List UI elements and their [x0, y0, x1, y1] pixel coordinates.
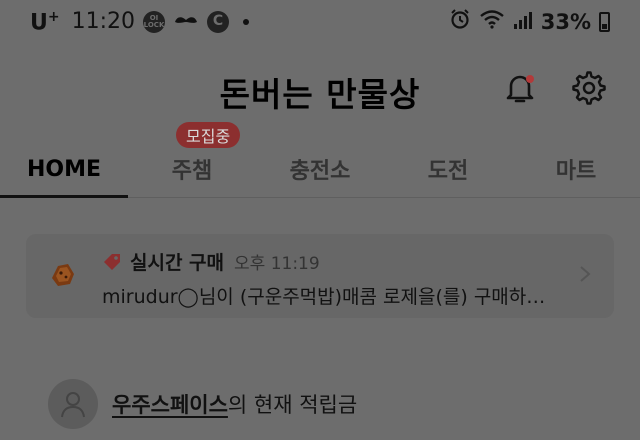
alarm-icon	[449, 8, 471, 36]
points-label: 우주스페이스의 현재 적립금	[112, 389, 357, 419]
realtime-purchase-card[interactable]: 실시간 구매 오후 11:19 mirudur◯님이 (구운주먹밥)매콤 로제을…	[26, 234, 614, 318]
mustache-icon	[173, 11, 199, 32]
notification-dot	[526, 75, 534, 83]
wifi-icon	[479, 9, 505, 35]
avatar[interactable]	[48, 379, 98, 429]
points-suffix: 의 현재 적립금	[227, 393, 358, 417]
tab-mart[interactable]: 마트	[512, 140, 640, 198]
battery-percent: 33%	[540, 10, 591, 34]
oi-lock-icon: OI LOCK	[143, 10, 166, 33]
active-tab-indicator	[0, 195, 128, 198]
status-bar: U+ 11:20 OI LOCK C 33%	[0, 0, 640, 44]
purchase-label: 실시간 구매	[130, 252, 225, 274]
purchase-header: 실시간 구매 오후 11:19	[102, 248, 320, 275]
settings-button[interactable]	[571, 70, 607, 106]
battery-icon	[599, 12, 610, 32]
app-title: 돈버는 만물상	[219, 75, 421, 114]
purchase-message: mirudur◯님이 (구운주먹밥)매콤 로제을(를) 구매하…	[102, 286, 546, 308]
tab-jucham[interactable]: 주챔	[128, 140, 256, 198]
clock: 11:20	[71, 9, 136, 35]
product-thumbnail-icon	[52, 264, 74, 286]
username-link[interactable]: 우주스페이스	[112, 393, 228, 417]
chevron-right-icon	[580, 266, 591, 282]
tab-home[interactable]: HOME	[0, 140, 128, 198]
price-tag-icon	[104, 253, 120, 270]
tab-charging[interactable]: 충전소	[256, 140, 384, 198]
notification-more-dot	[243, 18, 250, 25]
status-left: U+ 11:20 OI LOCK C	[30, 8, 250, 36]
signal-icon	[513, 10, 533, 35]
app-header: 돈버는 만물상	[0, 56, 640, 126]
gear-icon	[572, 71, 606, 105]
notification-button[interactable]	[502, 70, 538, 106]
tab-challenge[interactable]: 도전	[384, 140, 512, 198]
tab-bar: HOME 주챔 충전소 도전 마트	[0, 140, 640, 198]
c-app-icon: C	[207, 10, 230, 33]
points-summary: 우주스페이스의 현재 적립금	[48, 378, 357, 430]
user-icon	[61, 392, 85, 418]
status-right: 33%	[449, 0, 610, 44]
purchase-time: 오후 11:19	[234, 254, 320, 274]
carrier-label: U+	[30, 8, 60, 36]
